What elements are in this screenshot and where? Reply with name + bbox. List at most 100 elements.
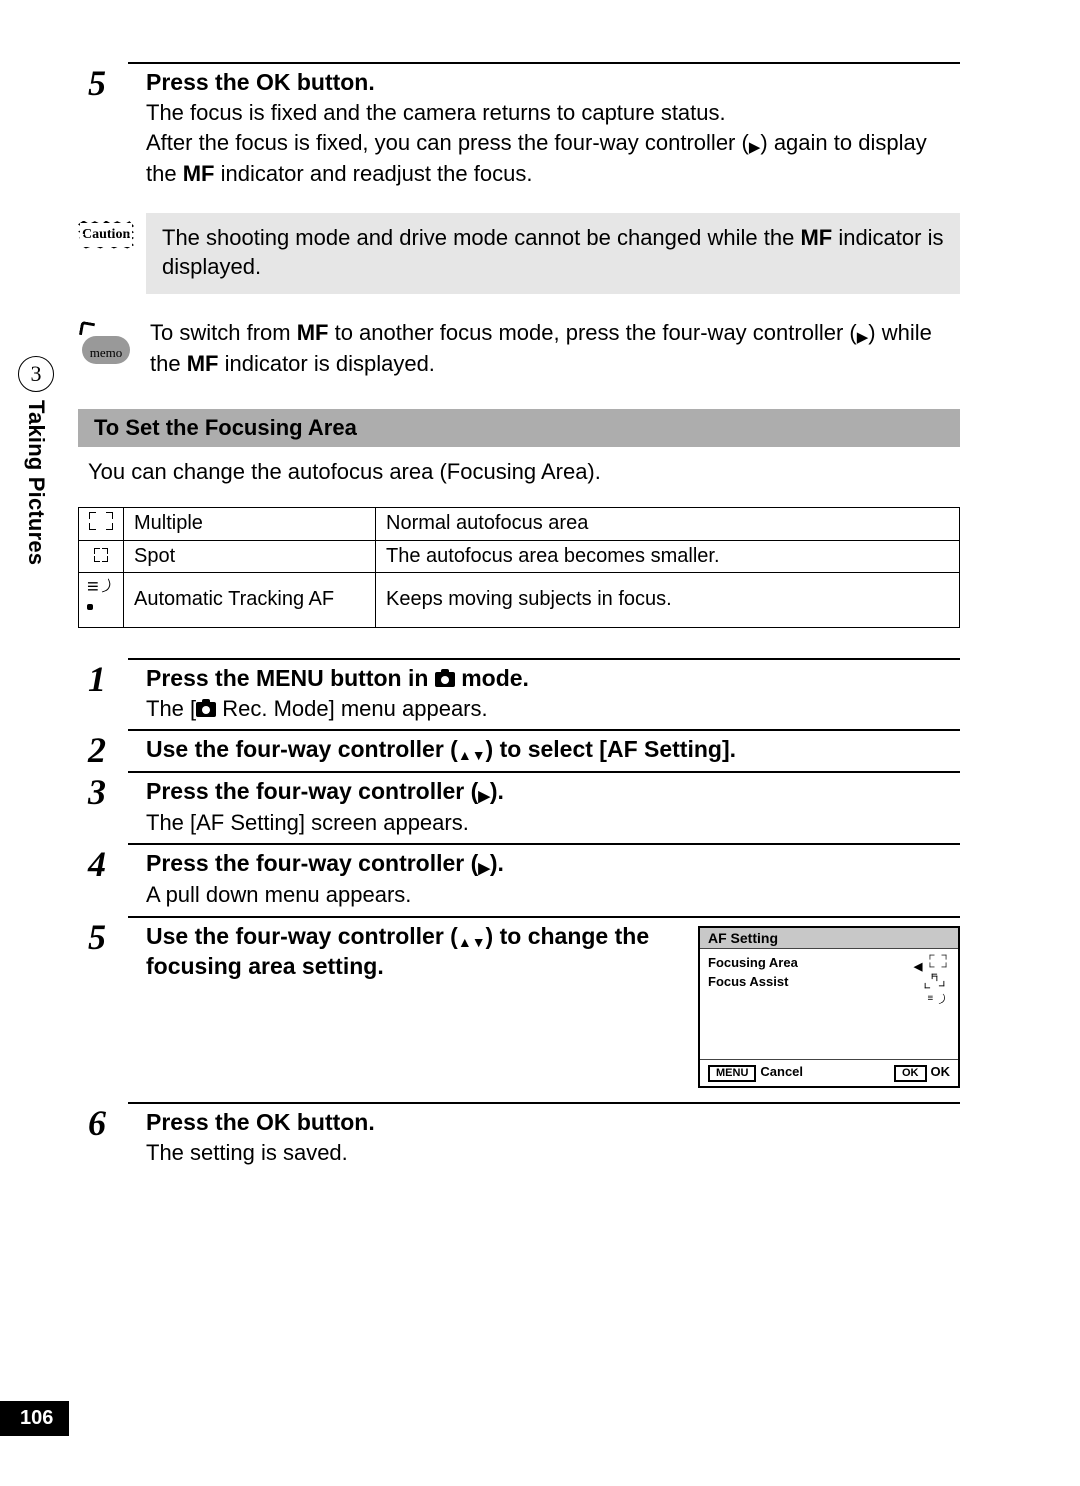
text: ) to select [AF Setting]. bbox=[486, 736, 736, 762]
memo-text: To switch from MF to another focus mode,… bbox=[146, 318, 960, 379]
step-body: The [ Rec. Mode] menu appears. bbox=[88, 694, 960, 724]
text: The [ bbox=[146, 696, 196, 721]
table-row: Automatic Tracking AF Keeps moving subje… bbox=[79, 572, 960, 627]
step-title: Press the four-way controller (). bbox=[146, 778, 504, 804]
step-title: Press the OK button. bbox=[146, 1109, 375, 1135]
step-body: The setting is saved. bbox=[88, 1138, 960, 1168]
step-number: 6 bbox=[88, 1102, 106, 1144]
text: button in bbox=[324, 665, 435, 691]
option-name: Multiple bbox=[124, 507, 376, 540]
table-row: Multiple Normal autofocus area bbox=[79, 507, 960, 540]
step-number: 3 bbox=[88, 771, 106, 813]
down-arrow-icon bbox=[472, 933, 486, 951]
step-title: Press the OK button. bbox=[146, 69, 375, 95]
step-number: 2 bbox=[88, 729, 106, 771]
page-number: 106 bbox=[0, 1401, 69, 1436]
step-title: Press the four-way controller (). bbox=[146, 850, 504, 876]
right-arrow-icon bbox=[478, 788, 490, 808]
option-name: Spot bbox=[124, 540, 376, 572]
camera-icon bbox=[435, 672, 455, 687]
text: indicator is displayed. bbox=[218, 351, 434, 376]
chapter-number: 3 bbox=[18, 356, 54, 392]
step-body: The focus is fixed and the camera return… bbox=[88, 98, 960, 189]
sidebar: 3 Taking Pictures bbox=[18, 356, 54, 565]
step-1: 1 Press the MENU button in mode. The [ R… bbox=[88, 658, 960, 724]
spot-icon bbox=[79, 540, 124, 572]
lcd-label: Focusing Area bbox=[708, 955, 798, 970]
step-5: 5 Use the four-way controller () to chan… bbox=[88, 916, 960, 1088]
text: Use the four-way controller ( bbox=[146, 736, 458, 762]
caution-text: The shooting mode and drive mode cannot … bbox=[146, 213, 960, 294]
up-arrow-icon bbox=[458, 933, 472, 951]
text: mode. bbox=[455, 665, 529, 691]
text: Use the four-way controller ( bbox=[146, 923, 458, 949]
option-desc: Keeps moving subjects in focus. bbox=[376, 572, 960, 627]
table-row: Spot The autofocus area becomes smaller. bbox=[79, 540, 960, 572]
text: Press the bbox=[146, 1109, 256, 1135]
step-number: 1 bbox=[88, 658, 106, 700]
text: to another focus mode, press the four-wa… bbox=[328, 320, 856, 345]
right-arrow-icon bbox=[478, 860, 490, 880]
caution-note: Caution The shooting mode and drive mode… bbox=[78, 213, 960, 294]
manual-page: 3 Taking Pictures 106 5 Press the OK but… bbox=[0, 0, 1080, 1486]
camera-icon bbox=[196, 702, 216, 717]
ok-label: OK bbox=[256, 1109, 291, 1135]
step-3: 3 Press the four-way controller (). The … bbox=[88, 771, 960, 837]
text: Press the four-way controller ( bbox=[146, 850, 478, 876]
chapter-label: Taking Pictures bbox=[23, 400, 49, 565]
multiple-icon bbox=[79, 507, 124, 540]
step-6: 6 Press the OK button. The setting is sa… bbox=[88, 1102, 960, 1168]
text: Press the four-way controller ( bbox=[146, 778, 478, 804]
menu-label: MENU bbox=[256, 665, 324, 691]
step-title: Use the four-way controller () to change… bbox=[146, 923, 649, 979]
step-body: The [AF Setting] screen appears. bbox=[88, 808, 960, 838]
text: ). bbox=[490, 850, 504, 876]
step-4: 4 Press the four-way controller (). A pu… bbox=[88, 843, 960, 909]
mf-label: MF bbox=[800, 225, 832, 250]
text: After the focus is fixed, you can press … bbox=[146, 130, 749, 155]
text: button. bbox=[290, 69, 374, 95]
option-desc: Normal autofocus area bbox=[376, 507, 960, 540]
text: Rec. Mode] menu appears. bbox=[216, 696, 487, 721]
step-2: 2 Use the four-way controller () to sele… bbox=[88, 729, 960, 765]
lcd-footer: MENUCancel OKOK bbox=[700, 1059, 958, 1086]
text: button. bbox=[290, 1109, 374, 1135]
right-arrow-icon bbox=[749, 139, 761, 159]
step-number: 5 bbox=[88, 62, 106, 104]
right-arrow-icon bbox=[857, 329, 869, 349]
step-number: 4 bbox=[88, 843, 106, 885]
up-arrow-icon bbox=[458, 746, 472, 764]
step-title: Use the four-way controller ( ) to select… bbox=[146, 736, 736, 762]
text: To switch from bbox=[150, 320, 297, 345]
text: ). bbox=[490, 778, 504, 804]
step-title: Press the MENU button in mode. bbox=[146, 665, 529, 691]
text: Press the bbox=[146, 69, 256, 95]
text: indicator and readjust the focus. bbox=[214, 161, 532, 186]
memo-note: memo To switch from MF to another focus … bbox=[78, 318, 960, 379]
caution-icon: Caution bbox=[78, 221, 134, 249]
lcd-body: Focusing Area ◀ Focus Assist bbox=[700, 949, 958, 1059]
step-number: 5 bbox=[88, 916, 106, 958]
lcd-screen: AF Setting Focusing Area ◀ Focus Assist bbox=[698, 926, 960, 1088]
ok-box-icon: OK bbox=[894, 1065, 927, 1082]
tracking-icon bbox=[79, 572, 124, 627]
text: Press the bbox=[146, 665, 256, 691]
lcd-title: AF Setting bbox=[700, 928, 958, 949]
option-name: Automatic Tracking AF bbox=[124, 572, 376, 627]
step-body: A pull down menu appears. bbox=[88, 880, 960, 910]
menu-box-icon: MENU bbox=[708, 1065, 756, 1082]
focus-area-table: Multiple Normal autofocus area Spot The … bbox=[78, 507, 960, 628]
step-5-top: 5 Press the OK button. The focus is fixe… bbox=[88, 62, 960, 189]
mf-label: MF bbox=[297, 320, 329, 345]
ok-label: OK bbox=[256, 69, 291, 95]
mf-label: MF bbox=[187, 351, 219, 376]
text: The shooting mode and drive mode cannot … bbox=[162, 225, 800, 250]
cancel-label: Cancel bbox=[760, 1064, 803, 1079]
content-area: 5 Press the OK button. The focus is fixe… bbox=[88, 62, 960, 1167]
lcd-label: Focus Assist bbox=[708, 974, 788, 989]
memo-label: memo bbox=[78, 345, 134, 361]
text: The focus is fixed and the camera return… bbox=[146, 100, 726, 125]
mf-label: MF bbox=[183, 161, 215, 186]
down-arrow-icon bbox=[472, 746, 486, 764]
option-desc: The autofocus area becomes smaller. bbox=[376, 540, 960, 572]
